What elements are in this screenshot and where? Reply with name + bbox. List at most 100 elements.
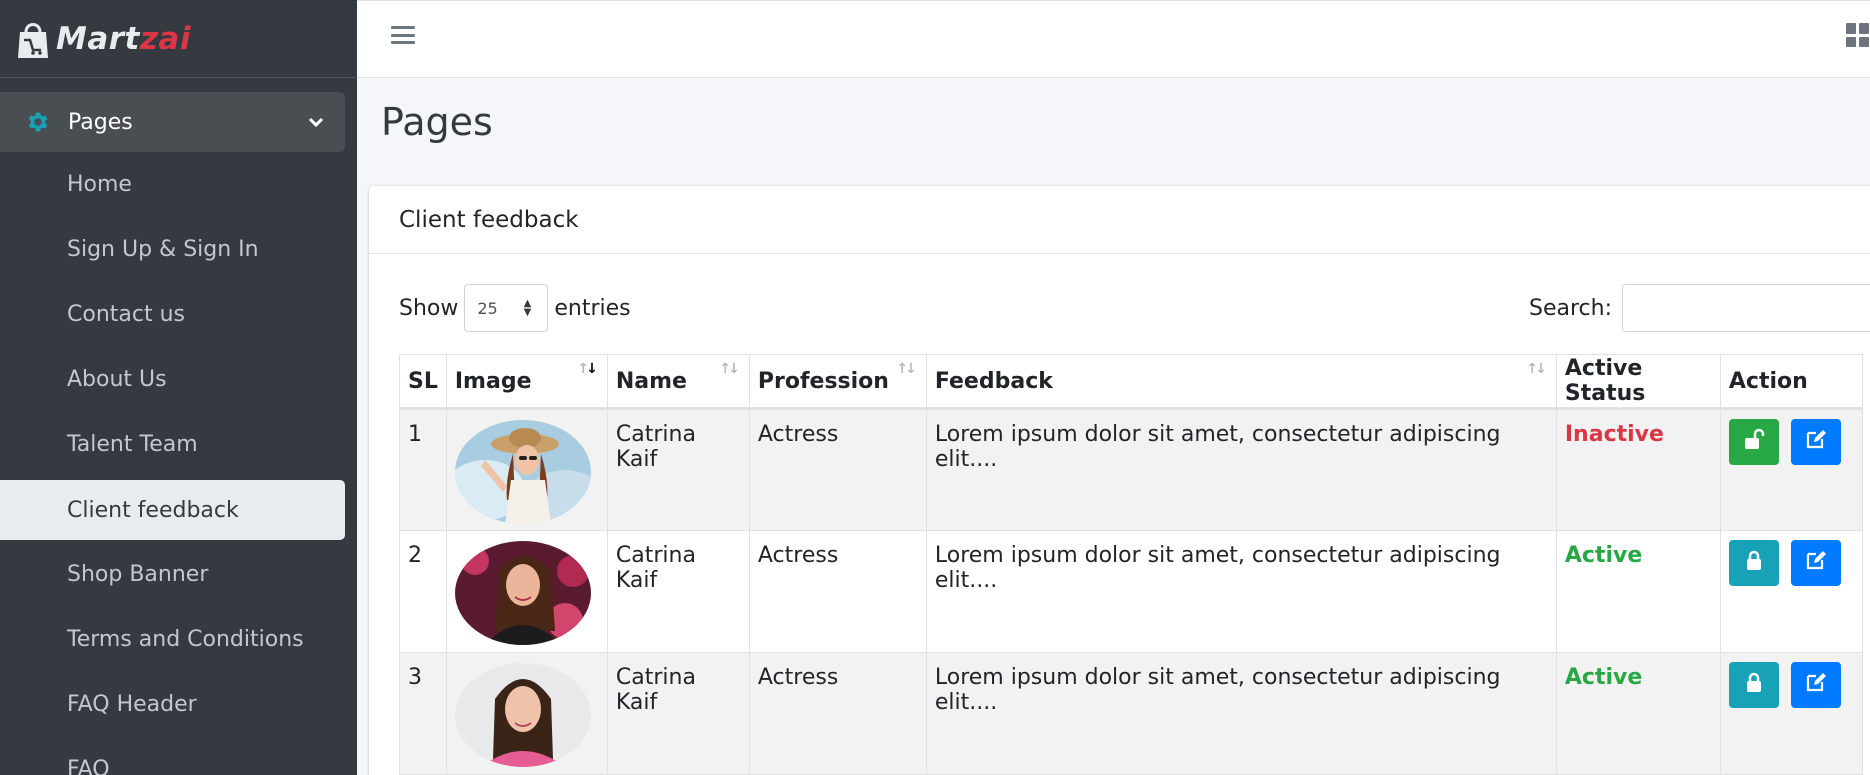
select-caret-icon: ▲ ▼ — [523, 298, 532, 318]
cell-status: Active — [1555, 530, 1721, 653]
cell-action — [1719, 652, 1863, 775]
sort-icon: ↑↓ — [719, 361, 740, 377]
grid-icon[interactable] — [1846, 23, 1870, 47]
status-badge: Active — [1564, 665, 1643, 690]
column-header-sl[interactable]: SL — [399, 354, 447, 410]
cell-action — [1719, 408, 1863, 531]
cell-name: Catrina Kaif — [606, 652, 750, 775]
column-header-image[interactable]: Image ↑↓ — [445, 354, 608, 410]
sidebar-item-label: FAQ — [67, 757, 110, 775]
cell-sl: 2 — [399, 530, 447, 653]
search-input[interactable] — [1622, 284, 1870, 332]
cell-profession: Actress — [748, 530, 927, 653]
cell-status: Inactive — [1555, 408, 1721, 531]
page-title: Pages — [381, 100, 493, 144]
status-badge: Active — [1564, 543, 1643, 568]
sidebar-item-client-feedback[interactable]: Client feedback — [0, 480, 345, 540]
brand[interactable]: Martzai — [0, 0, 357, 78]
entries-length: Show 25 ▲ ▼ entries — [399, 284, 631, 332]
gear-icon — [24, 109, 50, 135]
show-label: Show — [399, 295, 459, 321]
cell-image — [445, 530, 608, 653]
sidebar-item-sign-up-sign-in[interactable]: Sign Up & Sign In — [0, 217, 345, 282]
cell-sl: 1 — [399, 408, 447, 531]
sort-desc-icon: ↑↓ — [577, 361, 597, 377]
sidebar-item-shop-banner[interactable]: Shop Banner — [0, 542, 345, 607]
sidebar-item-faq-header[interactable]: FAQ Header — [0, 672, 345, 737]
sidebar: Martzai Pages Home Sign Up & Sign In Con… — [0, 0, 357, 775]
lock-icon — [1742, 670, 1766, 700]
sidebar-item-contact-us[interactable]: Contact us — [0, 282, 345, 347]
top-navbar — [357, 0, 1870, 78]
edit-button[interactable] — [1790, 419, 1841, 465]
sidebar-item-label: Talent Team — [67, 432, 198, 457]
column-header-profession[interactable]: Profession ↑↓ — [748, 354, 927, 410]
sidebar-item-label: Shop Banner — [67, 562, 209, 587]
sidebar-item-label: Pages — [68, 109, 133, 135]
lock-button[interactable] — [1728, 540, 1779, 586]
feedback-table: SL Image ↑↓ Name ↑↓ Profession ↑↓ Feedback ↑… — [399, 354, 1863, 775]
column-header-feedback[interactable]: Feedback ↑↓ — [925, 354, 1557, 410]
entries-label: entries — [554, 295, 631, 321]
sidebar-item-home[interactable]: Home — [0, 152, 345, 217]
cell-image — [445, 652, 608, 775]
edit-button[interactable] — [1790, 662, 1841, 708]
column-header-name[interactable]: Name ↑↓ — [606, 354, 750, 410]
lock-icon — [1742, 548, 1766, 578]
table-row: 2 Catrina Kaif Actress Lorem ipsum dolor… — [399, 530, 1863, 653]
table-row: 1 Catrina Kaif Actress Lorem ipsum dolor… — [399, 408, 1863, 531]
brand-name-part1: Mart — [56, 20, 140, 57]
sidebar-item-label: Client feedback — [67, 497, 239, 523]
edit-icon — [1804, 427, 1828, 457]
sidebar-nav: Pages Home Sign Up & Sign In Contact us … — [0, 78, 357, 775]
sidebar-item-terms-and-conditions[interactable]: Terms and Conditions — [0, 607, 345, 672]
sort-icon: ↑↓ — [1526, 361, 1547, 377]
sidebar-item-label: Home — [67, 172, 132, 197]
entries-select[interactable]: 25 ▲ ▼ — [464, 284, 549, 332]
lock-button[interactable] — [1728, 662, 1779, 708]
unlock-button[interactable] — [1728, 419, 1779, 465]
column-header-action: Action — [1719, 354, 1863, 410]
chevron-down-icon — [307, 113, 325, 131]
search-label: Search: — [1529, 295, 1612, 321]
cell-profession: Actress — [748, 652, 927, 775]
card-title: Client feedback — [369, 186, 1870, 254]
cell-feedback: Lorem ipsum dolor sit amet, consectetur … — [925, 652, 1557, 775]
cell-status: Active — [1555, 652, 1721, 775]
table-controls: Show 25 ▲ ▼ entries Search: — [399, 284, 1870, 332]
brand-name: Martzai — [56, 21, 191, 57]
client-avatar — [454, 663, 591, 767]
entries-value: 25 — [477, 298, 498, 318]
sidebar-item-faq[interactable]: FAQ — [0, 737, 345, 775]
sidebar-item-label: Terms and Conditions — [67, 627, 304, 652]
sidebar-item-label: Sign Up & Sign In — [67, 237, 259, 262]
client-feedback-card: Client feedback Show 25 ▲ ▼ entries Searc… — [369, 186, 1870, 775]
sidebar-item-talent-team[interactable]: Talent Team — [0, 412, 345, 477]
table-row: 3 Catrina Kaif Actress Lorem ipsum dolor… — [399, 652, 1863, 775]
cell-name: Catrina Kaif — [606, 408, 750, 531]
client-avatar — [454, 420, 591, 524]
client-avatar — [454, 541, 591, 645]
cell-name: Catrina Kaif — [606, 530, 750, 653]
sidebar-item-label: FAQ Header — [67, 692, 197, 717]
sidebar-item-label: Contact us — [67, 302, 185, 327]
edit-button[interactable] — [1790, 540, 1841, 586]
cell-feedback: Lorem ipsum dolor sit amet, consectetur … — [925, 408, 1557, 531]
table-search: Search: — [1529, 284, 1870, 332]
edit-icon — [1804, 670, 1828, 700]
cell-image — [445, 408, 608, 531]
sidebar-item-about-us[interactable]: About Us — [0, 347, 345, 412]
cell-action — [1719, 530, 1863, 653]
sort-icon: ↑↓ — [896, 361, 917, 377]
brand-name-part2: zai — [139, 20, 191, 57]
edit-icon — [1804, 548, 1828, 578]
hamburger-icon[interactable] — [391, 23, 415, 47]
cell-feedback: Lorem ipsum dolor sit amet, consectetur … — [925, 530, 1557, 653]
sidebar-item-pages[interactable]: Pages — [0, 92, 345, 152]
column-header-active-status[interactable]: Active Status — [1555, 354, 1721, 410]
status-badge: Inactive — [1564, 422, 1664, 447]
cell-sl: 3 — [399, 652, 447, 775]
sidebar-item-label: About Us — [67, 367, 167, 392]
shopping-bag-logo-icon — [14, 18, 52, 60]
cell-profession: Actress — [748, 408, 927, 531]
